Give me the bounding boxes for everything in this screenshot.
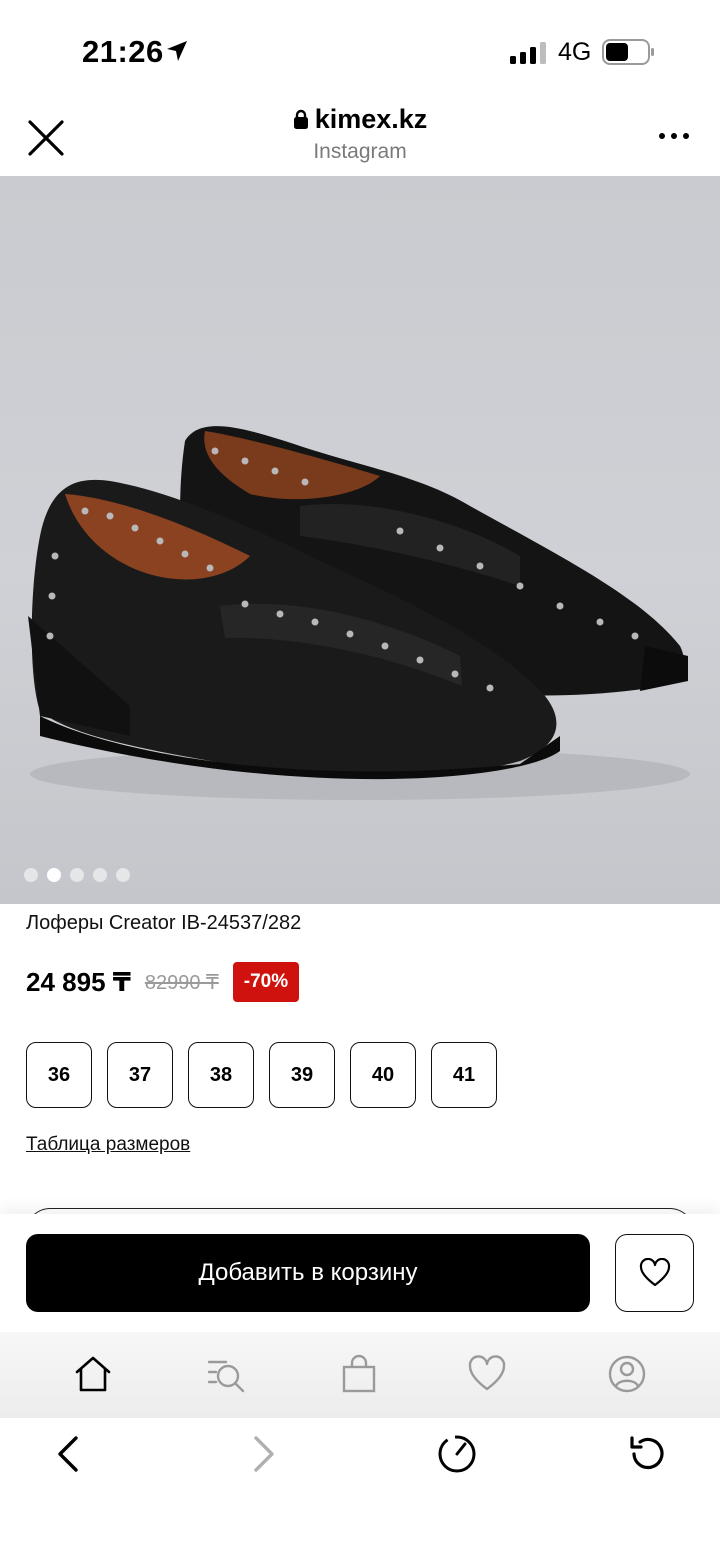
- lock-icon: [293, 109, 308, 129]
- battery-icon: [602, 39, 654, 65]
- gallery-dot[interactable]: [116, 868, 130, 882]
- add-to-wishlist-button[interactable]: [615, 1234, 694, 1312]
- price-row: 24 895 ₸ 82990 ₸ -70%: [26, 962, 300, 1002]
- product-action-bar: Добавить в корзину: [0, 1214, 720, 1332]
- size-option[interactable]: 40: [350, 1042, 416, 1108]
- catalog-search-icon[interactable]: [206, 1354, 246, 1394]
- bag-icon[interactable]: [339, 1354, 379, 1394]
- home-icon[interactable]: [73, 1354, 113, 1394]
- in-app-browser-header: kimex.kz Instagram: [0, 100, 720, 176]
- current-price: 24 895 ₸: [26, 966, 131, 997]
- size-option[interactable]: 39: [269, 1042, 335, 1108]
- heart-outline-icon: [639, 1258, 670, 1287]
- domain-label: kimex.kz: [314, 104, 428, 134]
- gallery-pagination: [24, 868, 130, 884]
- reload-icon[interactable]: [626, 1432, 670, 1476]
- size-selector: 36 37 38 39 40 41: [26, 1042, 497, 1108]
- status-time: 21:26: [82, 34, 164, 69]
- forward-icon[interactable]: [242, 1432, 286, 1476]
- gallery-dot[interactable]: [93, 868, 107, 882]
- size-option[interactable]: 41: [431, 1042, 497, 1108]
- site-bottom-nav: [0, 1332, 720, 1418]
- gallery-dot-active[interactable]: [47, 868, 61, 882]
- old-price: 82990 ₸: [144, 971, 219, 994]
- loafers-photo: [28, 426, 690, 800]
- url-display[interactable]: kimex.kz: [0, 104, 720, 135]
- cellular-signal-icon: [510, 42, 546, 64]
- gallery-dot[interactable]: [24, 868, 38, 882]
- source-app-label: Instagram: [313, 140, 407, 163]
- product-image-gallery[interactable]: [0, 176, 720, 904]
- product-title: Лоферы Creator IB-24537/282: [26, 912, 302, 934]
- back-icon[interactable]: [46, 1432, 90, 1476]
- add-to-cart-button[interactable]: Добавить в корзину: [26, 1234, 590, 1312]
- status-bar: 21:26 4G: [0, 0, 720, 100]
- gallery-dot[interactable]: [70, 868, 84, 882]
- speed-icon[interactable]: [435, 1432, 479, 1476]
- heart-icon[interactable]: [467, 1354, 507, 1394]
- size-option[interactable]: 38: [188, 1042, 254, 1108]
- profile-icon[interactable]: [607, 1354, 647, 1394]
- size-option[interactable]: 37: [107, 1042, 173, 1108]
- discount-badge: -70%: [232, 962, 300, 1002]
- network-type: 4G: [558, 38, 592, 66]
- size-table-link[interactable]: Таблица размеров: [26, 1134, 190, 1156]
- browser-toolbar: [0, 1418, 720, 1564]
- location-arrow-icon: [167, 41, 187, 61]
- size-option[interactable]: 36: [26, 1042, 92, 1108]
- more-options-icon[interactable]: [656, 126, 692, 146]
